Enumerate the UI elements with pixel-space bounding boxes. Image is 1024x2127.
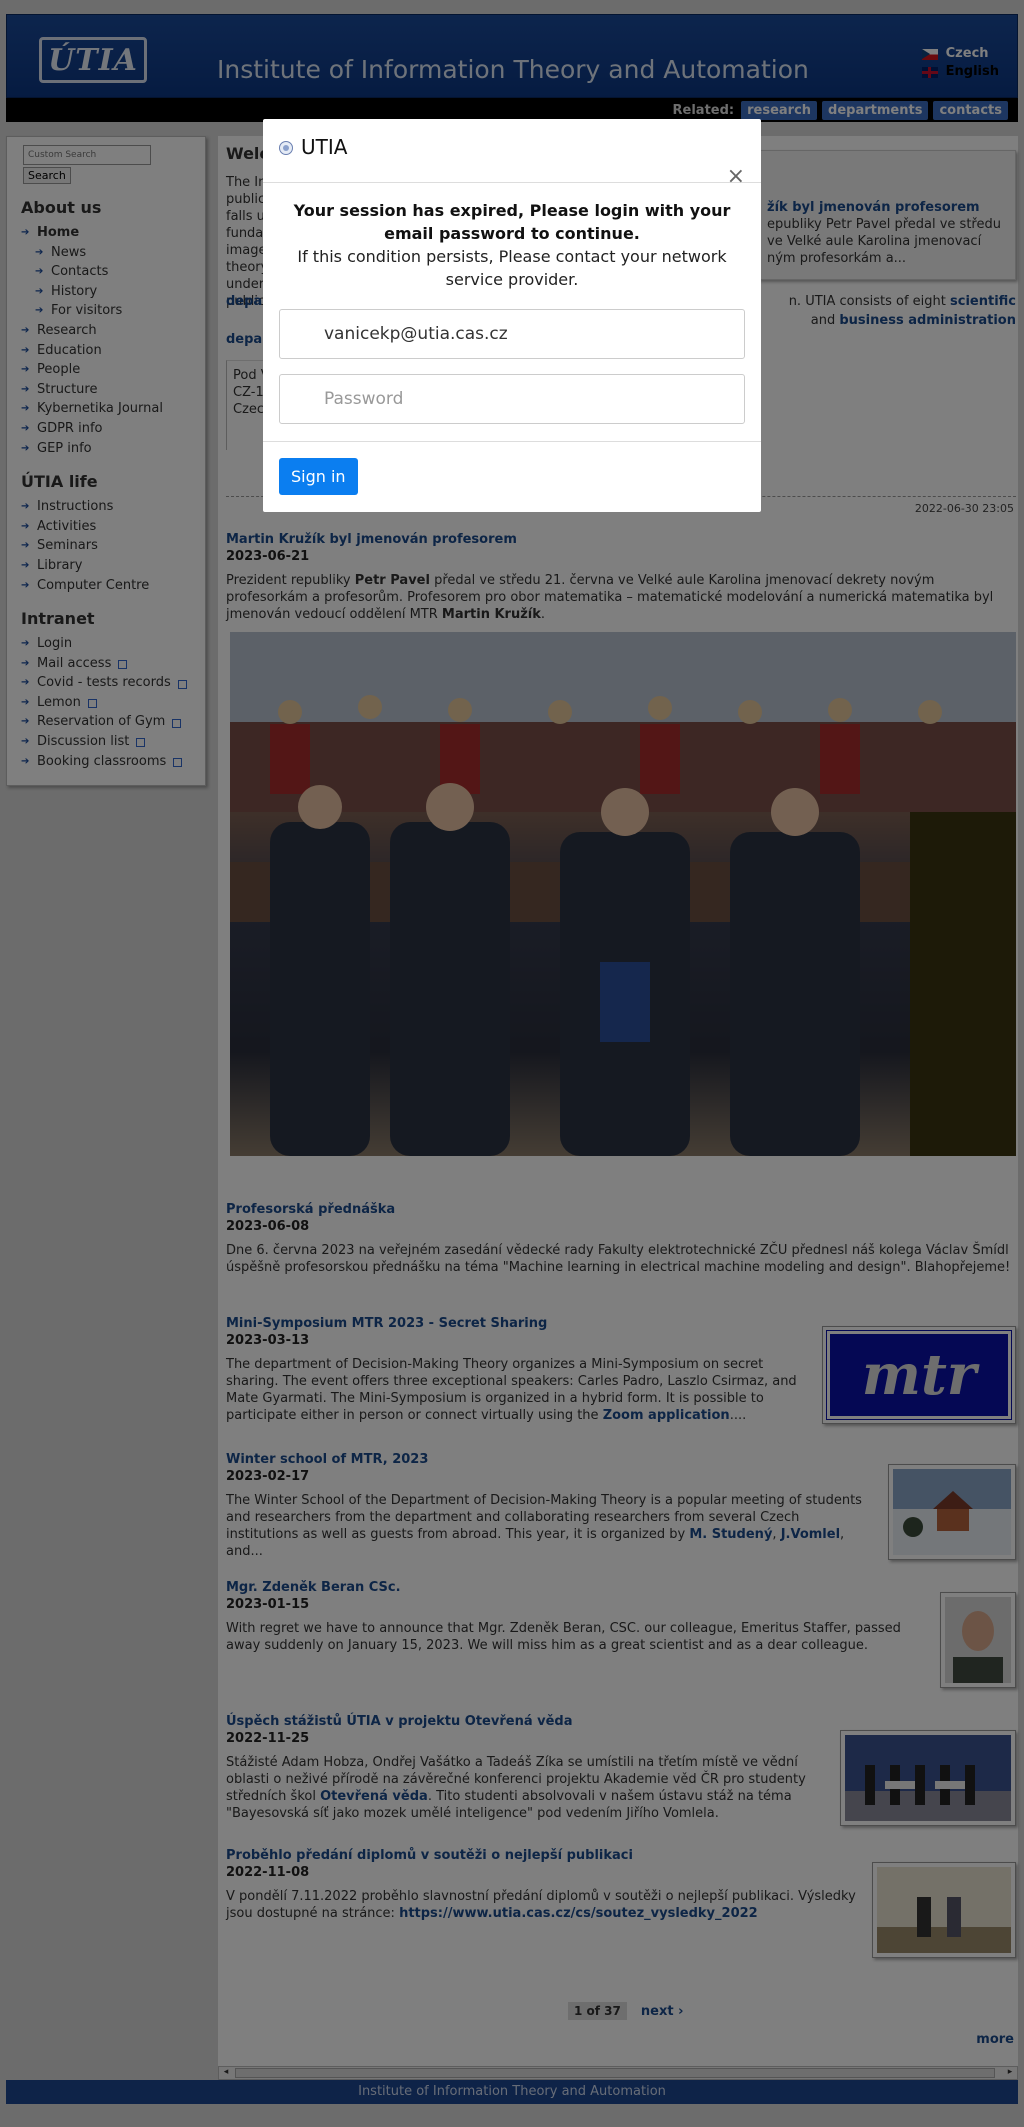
close-icon[interactable]: ×	[727, 166, 745, 188]
session-expired-message: Your session has expired, Please login w…	[293, 201, 731, 243]
session-expired-modal: UTIA × Your session has expired, Please …	[263, 119, 761, 512]
modal-body: Your session has expired, Please login w…	[263, 183, 761, 424]
modal-footer: Sign in	[263, 441, 761, 511]
password-field[interactable]	[279, 374, 745, 424]
sign-in-button[interactable]: Sign in	[279, 458, 358, 495]
modal-title: UTIA	[301, 135, 348, 159]
modal-header: UTIA ×	[263, 119, 761, 188]
utia-globe-icon	[279, 141, 293, 155]
contact-provider-message: If this condition persists, Please conta…	[297, 247, 727, 289]
email-field[interactable]	[279, 309, 745, 359]
